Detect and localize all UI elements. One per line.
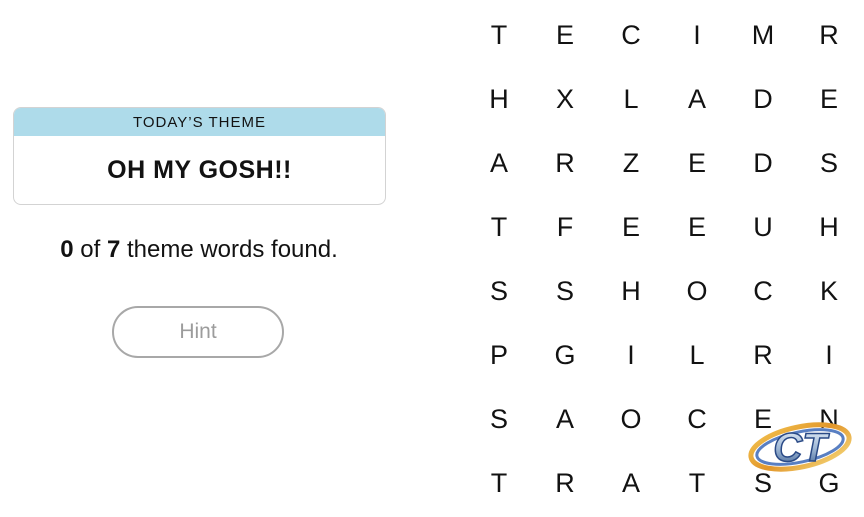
letter-cell[interactable]: E (664, 195, 730, 259)
letter-cell[interactable]: C (598, 3, 664, 67)
letter-cell[interactable]: E (532, 3, 598, 67)
letter-cell[interactable]: O (664, 259, 730, 323)
letter-cell[interactable]: I (796, 323, 862, 387)
letter-cell[interactable]: H (796, 195, 862, 259)
letter-cell[interactable]: A (532, 387, 598, 451)
letter-cell[interactable]: H (466, 67, 532, 131)
strands-game: TODAY’S THEME OH MY GOSH!! 0 of 7 theme … (0, 0, 864, 517)
letter-cell[interactable]: R (730, 323, 796, 387)
letter-cell[interactable]: S (466, 387, 532, 451)
letter-cell[interactable]: S (532, 259, 598, 323)
letter-cell[interactable]: S (466, 259, 532, 323)
progress-suffix: theme words found. (120, 236, 338, 263)
letter-cell[interactable]: T (466, 195, 532, 259)
letter-cell[interactable]: T (466, 3, 532, 67)
progress-of: of (73, 236, 107, 263)
letter-cell[interactable]: G (532, 323, 598, 387)
total-count: 7 (106, 236, 121, 263)
letter-cell[interactable]: P (466, 323, 532, 387)
letter-cell[interactable]: E (598, 195, 664, 259)
letter-cell[interactable]: A (664, 67, 730, 131)
letter-cell[interactable]: D (730, 67, 796, 131)
theme-header: TODAY’S THEME (14, 108, 385, 136)
letter-cell[interactable]: R (532, 131, 598, 195)
letter-cell[interactable]: O (598, 387, 664, 451)
letter-cell[interactable]: C (730, 259, 796, 323)
letter-cell[interactable]: A (598, 451, 664, 515)
letter-cell[interactable]: T (664, 451, 730, 515)
letter-cell[interactable]: T (466, 451, 532, 515)
letter-cell[interactable]: R (532, 451, 598, 515)
letter-cell[interactable]: A (466, 131, 532, 195)
letter-cell[interactable]: L (598, 67, 664, 131)
letter-cell[interactable]: R (796, 3, 862, 67)
letter-cell[interactable]: S (796, 131, 862, 195)
letter-cell[interactable]: Z (598, 131, 664, 195)
letter-cell[interactable]: E (664, 131, 730, 195)
theme-card: TODAY’S THEME OH MY GOSH!! (13, 107, 386, 205)
watermark-text: CT (773, 426, 830, 470)
letter-cell[interactable]: I (664, 3, 730, 67)
hint-button[interactable]: Hint (112, 306, 284, 358)
letter-cell[interactable]: C (664, 387, 730, 451)
letter-cell[interactable]: U (730, 195, 796, 259)
progress-text: 0 of 7 theme words found. (0, 236, 398, 264)
letter-cell[interactable]: M (730, 3, 796, 67)
theme-title: OH MY GOSH!! (107, 155, 292, 184)
letter-cell[interactable]: E (796, 67, 862, 131)
letter-cell[interactable]: I (598, 323, 664, 387)
letter-cell[interactable]: L (664, 323, 730, 387)
found-count: 0 (60, 236, 74, 263)
letter-cell[interactable]: H (598, 259, 664, 323)
letter-cell[interactable]: F (532, 195, 598, 259)
ct-logo-icon: CT (748, 422, 852, 472)
letter-cell[interactable]: X (532, 67, 598, 131)
letter-cell[interactable]: D (730, 131, 796, 195)
letter-cell[interactable]: K (796, 259, 862, 323)
